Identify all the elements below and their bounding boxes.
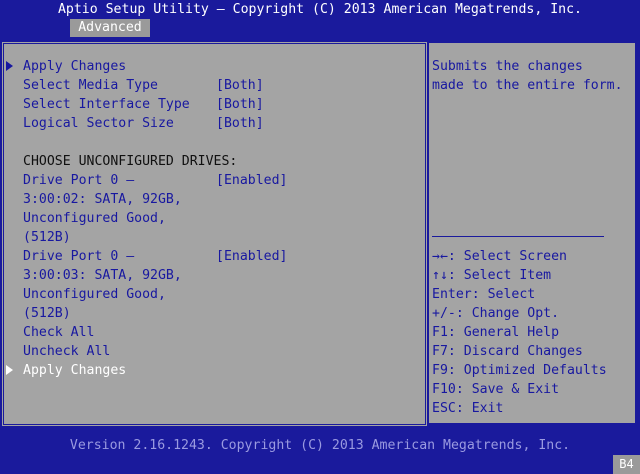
- tab-advanced[interactable]: Advanced: [70, 19, 150, 37]
- select-media-type-value[interactable]: [Both]: [216, 76, 264, 95]
- drive-2-line3: Unconfigured Good,: [23, 287, 166, 302]
- help-description-line2: made to the entire form.: [432, 78, 623, 93]
- drive-2-value[interactable]: [Enabled]: [216, 247, 287, 266]
- drive-1-line2: 3:00:02: SATA, 92GB,: [23, 192, 182, 207]
- help-description-line1: Submits the changes: [432, 59, 583, 74]
- key-select-item: ↑↓: Select Item: [432, 268, 552, 283]
- key-general-help: F1: General Help: [432, 325, 560, 340]
- drive-1-line3: Unconfigured Good,: [23, 211, 166, 226]
- logical-sector-size-value[interactable]: [Both]: [216, 114, 264, 133]
- drive-2-line4: (512B): [23, 306, 71, 321]
- key-select-screen: →←: Select Screen: [432, 249, 567, 264]
- version-text: Version 2.16.1243. Copyright (C) 2013 Am…: [69, 438, 571, 453]
- select-interface-type-value[interactable]: [Both]: [216, 95, 264, 114]
- key-enter: Enter: Select: [432, 287, 536, 302]
- drive-2-line2: 3:00:03: SATA, 92GB,: [23, 268, 182, 283]
- section-heading: CHOOSE UNCONFIGURED DRIVES:: [23, 154, 238, 169]
- panel-divider: [427, 43, 429, 425]
- apply-changes-bottom-button[interactable]: Apply Changes: [23, 361, 126, 380]
- help-divider: [432, 236, 604, 237]
- selected-arrow-icon: [6, 365, 13, 375]
- key-optimized-defaults: F9: Optimized Defaults: [432, 363, 607, 378]
- check-all-button[interactable]: Check All: [23, 323, 94, 342]
- drive-2-line1[interactable]: Drive Port 0 –: [23, 247, 134, 266]
- drive-1-line1[interactable]: Drive Port 0 –: [23, 171, 134, 190]
- apply-changes-top-button[interactable]: Apply Changes: [23, 57, 126, 76]
- post-code-badge: B4: [613, 455, 640, 474]
- key-exit: ESC: Exit: [432, 401, 504, 416]
- key-discard-changes: F7: Discard Changes: [432, 344, 583, 359]
- uncheck-all-button[interactable]: Uncheck All: [23, 342, 110, 361]
- key-save-exit: F10: Save & Exit: [432, 382, 560, 397]
- submenu-arrow-icon: [6, 61, 13, 71]
- logical-sector-size-label[interactable]: Logical Sector Size: [23, 114, 174, 133]
- select-interface-type-label[interactable]: Select Interface Type: [23, 95, 190, 114]
- key-change-opt: +/-: Change Opt.: [432, 306, 560, 321]
- drive-1-value[interactable]: [Enabled]: [216, 171, 287, 190]
- app-title: Aptio Setup Utility – Copyright (C) 2013…: [57, 2, 582, 17]
- select-media-type-label[interactable]: Select Media Type: [23, 76, 158, 95]
- drive-1-line4: (512B): [23, 230, 71, 245]
